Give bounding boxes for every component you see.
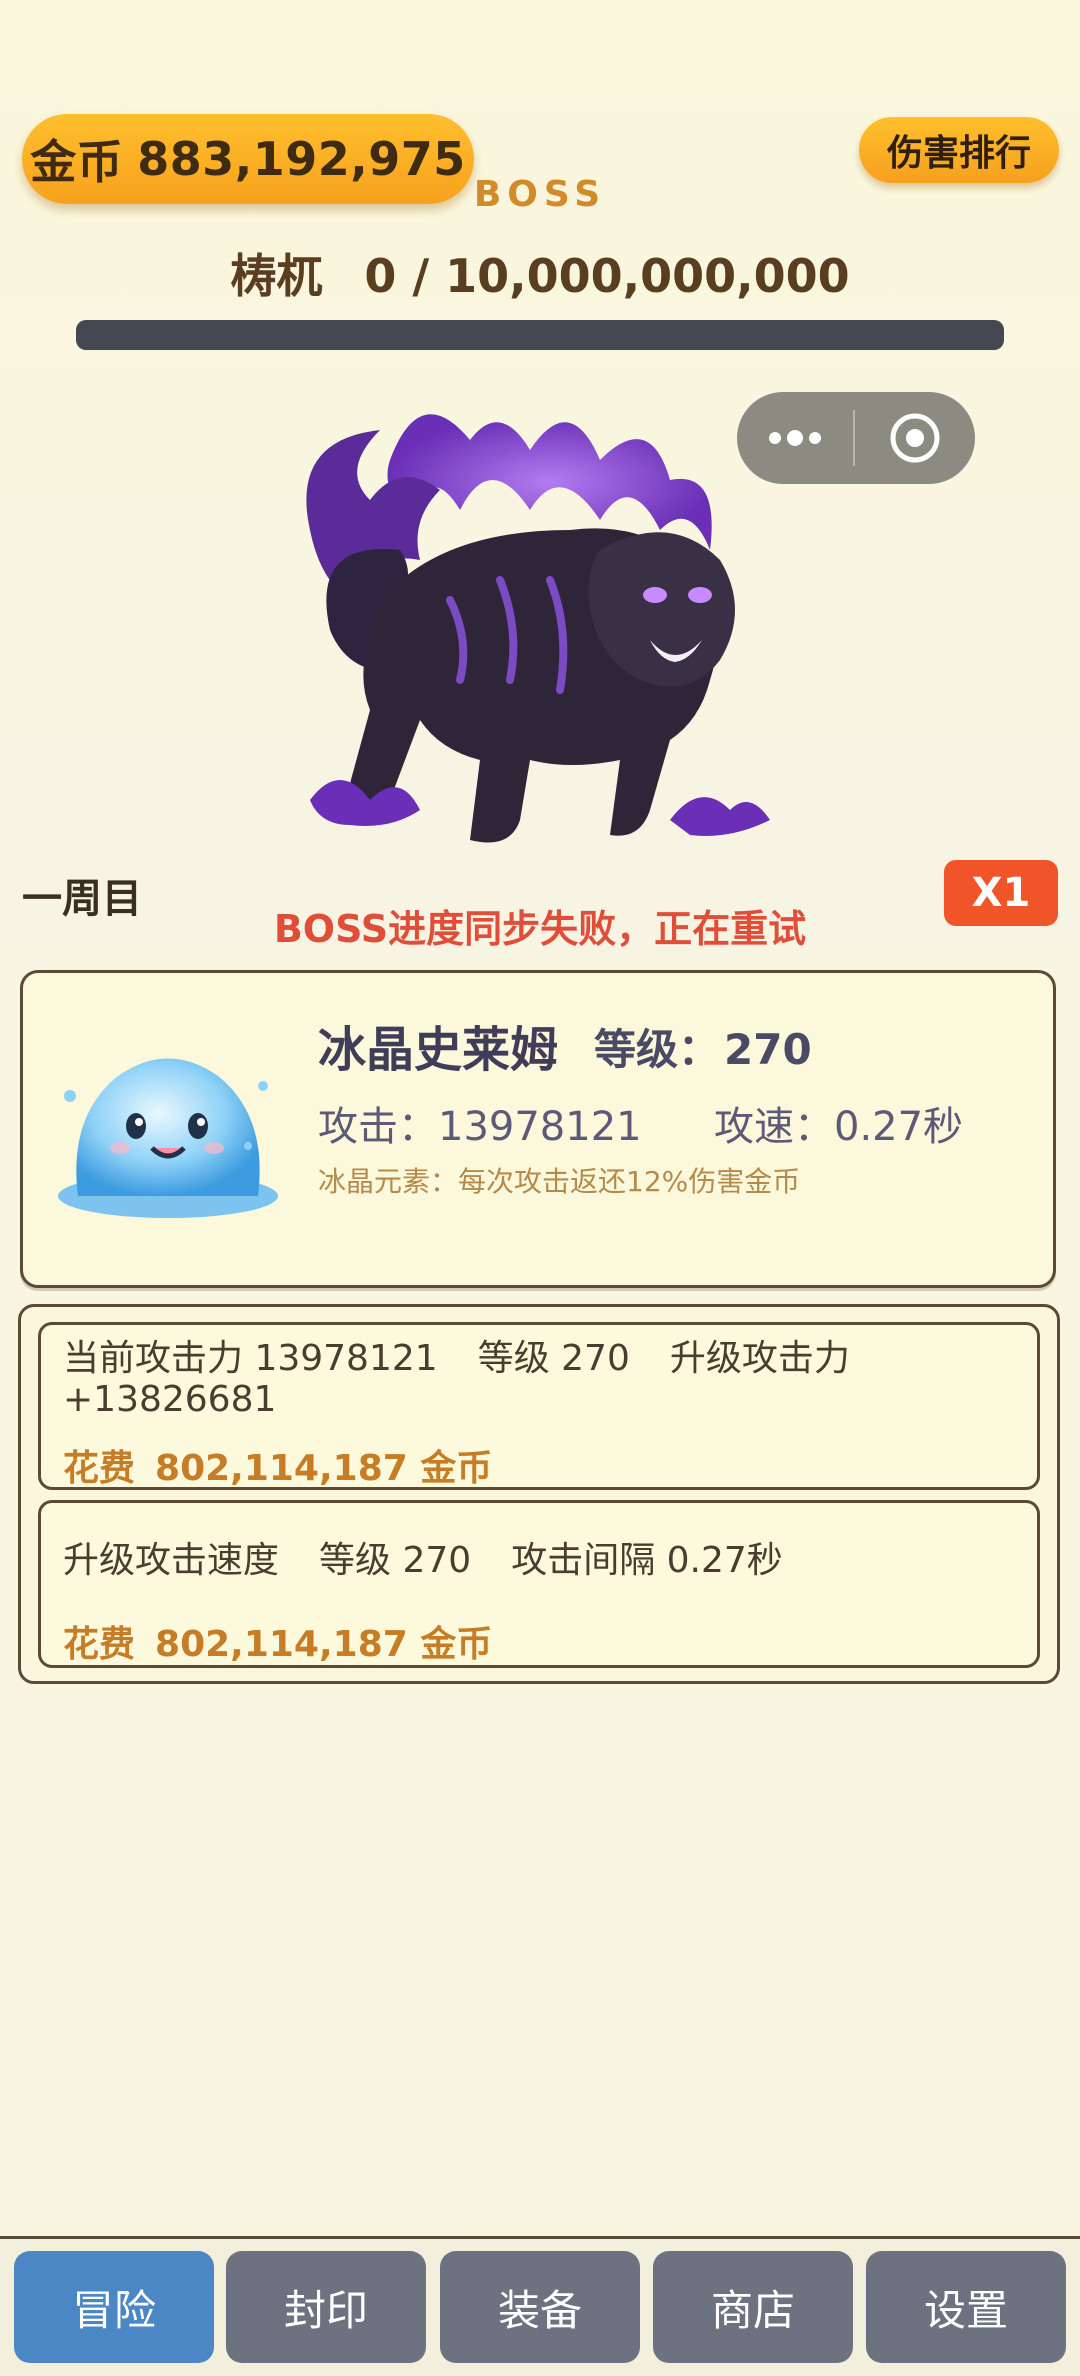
nav-shop[interactable]: 商店 [653,2251,853,2363]
hero-attack-speed: 攻速：0.27秒 [714,1104,964,1150]
hero-name: 冰晶史莱姆 [318,1022,559,1078]
boss-hp-line: 梼杌 0 / 10,000,000,000 [0,240,1080,306]
boss-hp-bar [76,320,1004,350]
close-miniprogram-button[interactable] [855,392,975,484]
sync-status-message: BOSS进度同步失败，正在重试 [273,907,807,951]
current-attack-text: 当前攻击力 13978121 [63,1338,438,1379]
cost-value: 802,114,187 金币 [155,1624,493,1665]
upgrade-attack-info: 当前攻击力 13978121 等级 270 升级攻击力 [63,1329,850,1381]
upgrade-attack-label: 升级攻击力 [669,1338,850,1379]
nav-adventure[interactable]: 冒险 [14,2251,214,2363]
boss-label: BOSS [473,174,607,215]
nav-equipment[interactable]: 装备 [440,2251,640,2363]
hero-level-label: 等级： [594,1025,721,1074]
hero-skill-description: 冰晶元素：每次攻击返还12%伤害金币 [318,1165,801,1198]
cost-value: 802,114,187 金币 [155,1448,493,1489]
upgrade-speed-label: 升级攻击速度 [63,1540,280,1581]
target-close-icon [890,413,940,463]
ice-slime-avatar [58,1058,278,1218]
hero-level: 等级：270 [594,1016,812,1077]
speed-level-text: 等级 270 [319,1540,472,1581]
upgrade-speed-info: 升级攻击速度 等级 270 攻击间隔 0.27秒 [63,1531,783,1583]
cost-label: 花费 [63,1624,136,1665]
hero-attack: 攻击：13978121 [318,1104,642,1150]
upgrade-attack-cost: 花费 802,114,187 金币 [63,1439,492,1491]
boss-hp-text: 0 / 10,000,000,000 [364,249,850,303]
hero-level-value: 270 [724,1025,812,1074]
nav-settings[interactable]: 设置 [866,2251,1066,2363]
upgrade-speed-cost: 花费 802,114,187 金币 [63,1615,492,1667]
attack-interval-text: 攻击间隔 0.27秒 [511,1540,783,1581]
attack-increment: +13826681 [63,1379,277,1420]
cost-label: 花费 [63,1448,136,1489]
bottom-nav: 冒险 封印 装备 商店 设置 [0,2236,1080,2376]
upgrade-speed-button[interactable]: 升级攻击速度 等级 270 攻击间隔 0.27秒 花费 802,114,187 金币 [38,1500,1040,1668]
nav-seal[interactable]: 封印 [226,2251,426,2363]
boss-tiger-image [306,414,770,843]
attack-level-text: 等级 270 [477,1338,630,1379]
upgrade-attack-button[interactable]: 当前攻击力 13978121 等级 270 升级攻击力 +13826681 花费 80… [38,1322,1040,1490]
boss-name: 梼杌 [230,249,323,303]
